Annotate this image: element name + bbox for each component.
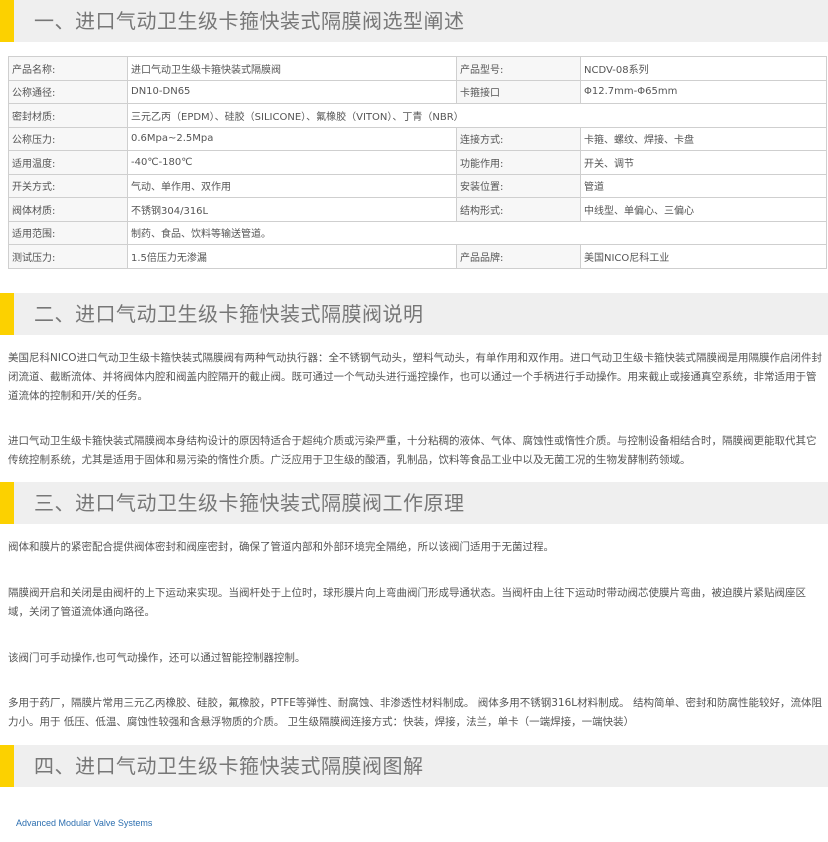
spec-label: 阀体材质: (8, 197, 128, 222)
section-title: 一、进口气动卫生级卡箍快装式隔膜阀选型阐述 (34, 9, 465, 33)
principle-paragraph: 多用于药厂，隔膜片常用三元乙丙橡胶、硅胶，氟橡胶，PTFE等弹性、耐腐蚀、非渗透… (8, 697, 822, 728)
section-title: 四、进口气动卫生级卡箍快装式隔膜阀图解 (34, 754, 424, 778)
spec-value: 美国NICO尼科工业 (580, 244, 827, 269)
section-header-principle: 三、进口气动卫生级卡箍快装式隔膜阀工作原理 (0, 482, 828, 524)
spec-table: 产品名称: 进口气动卫生级卡箍快装式隔膜阀 产品型号: NCDV-08系列 公称… (8, 56, 827, 269)
spec-label: 产品型号: (456, 56, 581, 81)
spec-value: 制药、食品、饮料等输送管道。 (127, 220, 827, 245)
spec-value: 中线型、单偏心、三偏心 (580, 197, 827, 222)
spec-value: -40℃-180℃ (127, 150, 457, 175)
description-paragraph: 美国尼科NICO进口气动卫生级卡箍快装式隔膜阀有两种气动执行器：全不锈钢气动头，… (8, 352, 823, 402)
spec-value: 进口气动卫生级卡箍快装式隔膜阀 (127, 56, 457, 81)
section-header-description: 二、进口气动卫生级卡箍快装式隔膜阀说明 (0, 293, 828, 335)
spec-value: 1.5倍压力无渗漏 (127, 244, 457, 269)
section-accent-bar (0, 293, 14, 335)
spec-value: 0.6Mpa~2.5Mpa (127, 126, 457, 151)
spec-label: 产品名称: (8, 56, 128, 81)
table-row: 适用温度: -40℃-180℃ 功能作用: 开关、调节 (8, 150, 827, 175)
spec-value: 管道 (580, 173, 827, 198)
section-accent-bar (0, 0, 14, 42)
section-accent-bar (0, 745, 14, 787)
principle-paragraph: 隔膜阀开启和关闭是由阀杆的上下运动来实现。当阀杆处于上位时，球形膜片向上弯曲阀门… (8, 587, 806, 618)
description-paragraph: 进口气动卫生级卡箍快装式隔膜阀本身结构设计的原因特适合于超纯介质或污染严重，十分… (8, 435, 817, 466)
spec-label: 适用温度: (8, 150, 128, 175)
spec-label: 密封材质: (8, 103, 128, 128)
section-title: 二、进口气动卫生级卡箍快装式隔膜阀说明 (34, 302, 424, 326)
spec-label: 测试压力: (8, 244, 128, 269)
section-header-diagram: 四、进口气动卫生级卡箍快装式隔膜阀图解 (0, 745, 828, 787)
table-row: 阀体材质: 不锈钢304/316L 结构形式: 中线型、单偏心、三偏心 (8, 197, 827, 222)
spec-value: Φ12.7mm-Φ65mm (580, 79, 827, 104)
spec-label: 卡箍接口 (456, 79, 581, 104)
table-row: 公称压力: 0.6Mpa~2.5Mpa 连接方式: 卡箍、螺纹、焊接、卡盘 (8, 126, 827, 151)
table-row: 适用范围: 制药、食品、饮料等输送管道。 (8, 220, 827, 245)
spec-value: 三元乙丙（EPDM）、硅胶（SILICONE）、氟橡胶（VITON）、丁青（NB… (127, 103, 827, 128)
spec-label: 功能作用: (456, 150, 581, 175)
section-header-selection: 一、进口气动卫生级卡箍快装式隔膜阀选型阐述 (0, 0, 828, 42)
principle-paragraph: 该阀门可手动操作,也可气动操作，还可以通过智能控制器控制。 (8, 652, 306, 664)
table-row: 开关方式: 气动、单作用、双作用 安装位置: 管道 (8, 173, 827, 198)
diagram-caption: Advanced Modular Valve Systems (16, 818, 153, 828)
spec-label: 结构形式: (456, 197, 581, 222)
section-accent-bar (0, 482, 14, 524)
table-row: 产品名称: 进口气动卫生级卡箍快装式隔膜阀 产品型号: NCDV-08系列 (8, 56, 827, 81)
spec-label: 产品品牌: (456, 244, 581, 269)
table-row: 公称通径: DN10-DN65 卡箍接口 Φ12.7mm-Φ65mm (8, 79, 827, 104)
spec-label: 连接方式: (456, 126, 581, 151)
section-title: 三、进口气动卫生级卡箍快装式隔膜阀工作原理 (34, 491, 465, 515)
spec-value: DN10-DN65 (127, 79, 457, 104)
spec-value: 气动、单作用、双作用 (127, 173, 457, 198)
spec-label: 适用范围: (8, 220, 128, 245)
spec-value: 开关、调节 (580, 150, 827, 175)
spec-label: 开关方式: (8, 173, 128, 198)
table-row: 密封材质: 三元乙丙（EPDM）、硅胶（SILICONE）、氟橡胶（VITON）… (8, 103, 827, 128)
spec-value: 不锈钢304/316L (127, 197, 457, 222)
spec-label: 公称压力: (8, 126, 128, 151)
principle-paragraph: 阀体和膜片的紧密配合提供阀体密封和阀座密封，确保了管道内部和外部环境完全隔绝，所… (8, 541, 554, 553)
spec-label: 公称通径: (8, 79, 128, 104)
spec-label: 安装位置: (456, 173, 581, 198)
spec-value: NCDV-08系列 (580, 56, 827, 81)
table-row: 测试压力: 1.5倍压力无渗漏 产品品牌: 美国NICO尼科工业 (8, 244, 827, 269)
spec-value: 卡箍、螺纹、焊接、卡盘 (580, 126, 827, 151)
